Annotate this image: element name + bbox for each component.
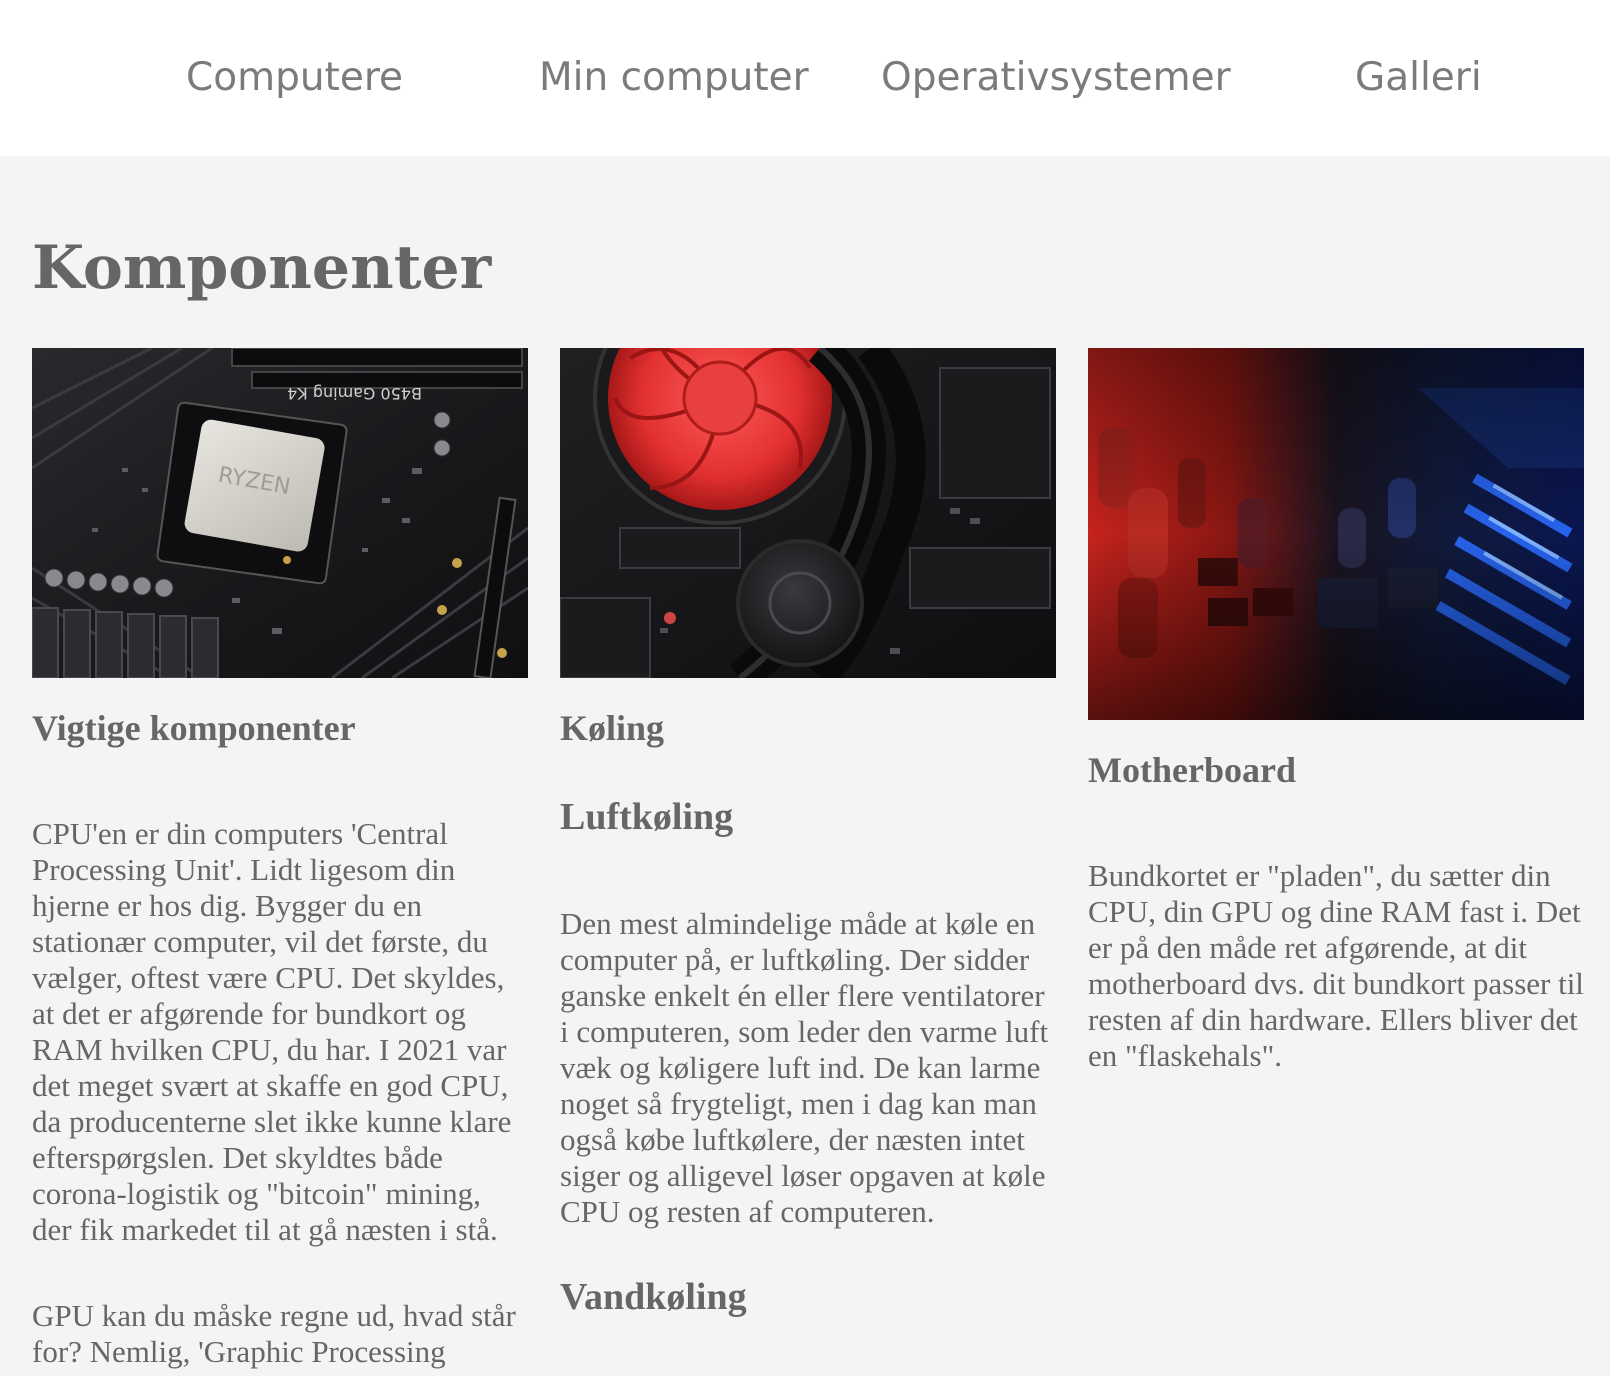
motherboard-paragraph: Bundkortet er "pladen", du sætter din CP… xyxy=(1088,858,1584,1073)
cpu-cooler-fan-image xyxy=(560,348,1056,678)
component-card-cpu: RYZEN B450 Gaming K4 Vigtige komponenter… xyxy=(32,348,528,1370)
subheading-luftkoling: Luftkøling xyxy=(560,796,734,838)
page-title: Komponenter xyxy=(32,233,492,303)
cpu-motherboard-image: RYZEN B450 Gaming K4 xyxy=(32,348,528,678)
card-heading-vigtige-komponenter: Vigtige komponenter xyxy=(32,708,356,748)
nav-link-min-computer[interactable]: Min computer xyxy=(539,52,809,104)
card-heading-motherboard: Motherboard xyxy=(1088,750,1296,790)
svg-text:B450 Gaming K4: B450 Gaming K4 xyxy=(287,384,422,403)
top-navigation: Computere Min computer Operativsystemer … xyxy=(0,0,1610,156)
subheading-vandkoling: Vandkøling xyxy=(560,1276,747,1318)
nav-link-computere[interactable]: Computere xyxy=(186,52,403,104)
component-card-motherboard: Motherboard Bundkortet er "pladen", du s… xyxy=(1088,348,1584,1074)
nav-link-operativsystemer[interactable]: Operativsystemer xyxy=(881,52,1231,104)
nav-link-galleri[interactable]: Galleri xyxy=(1355,52,1482,104)
card-heading-koling: Køling xyxy=(560,708,665,748)
motherboard-closeup-image xyxy=(1088,348,1584,720)
component-card-cooling: Køling Luftkøling Den mest almindelige m… xyxy=(560,348,1056,1320)
cpu-paragraph: CPU'en er din computers 'Central Process… xyxy=(32,816,512,1247)
gpu-paragraph: GPU kan du måske regne ud, hvad står for… xyxy=(32,1298,516,1369)
air-cooling-paragraph: Den mest almindelige måde at køle en com… xyxy=(560,906,1049,1229)
